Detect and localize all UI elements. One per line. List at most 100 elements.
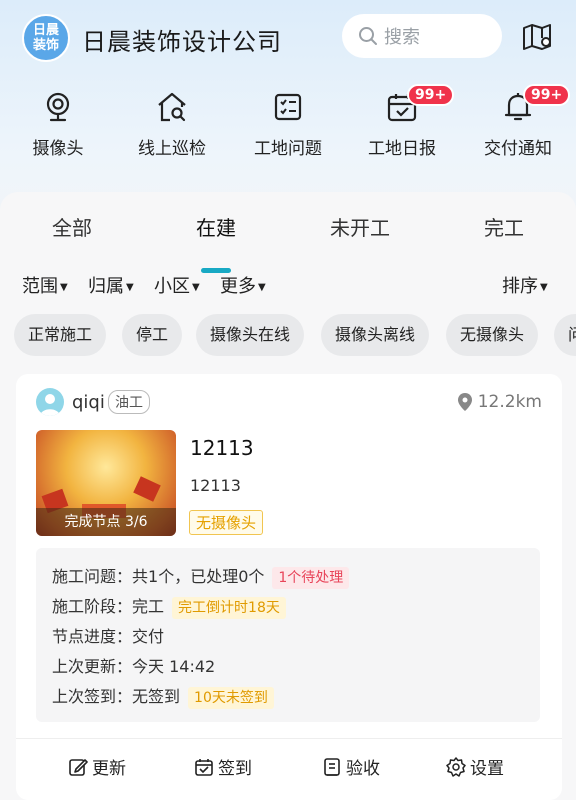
- camera-icon: [46, 92, 70, 122]
- settings-button[interactable]: 设置: [446, 754, 504, 779]
- info-label: 施工阶段：: [52, 597, 133, 616]
- info-last-checkin: 上次签到：无签到 10天未签到: [52, 682, 524, 712]
- filter-bar: 范围 ▼ 归属 ▼ 小区 ▼ 更多 ▼ 排序 ▼: [0, 272, 576, 302]
- quick-label: 工地日报: [368, 139, 436, 159]
- chip-camera-offline[interactable]: 摄像头离线: [321, 314, 430, 356]
- project-address: 12113: [190, 476, 241, 495]
- pending-pill[interactable]: 1个待处理: [272, 567, 350, 589]
- info-stage: 施工阶段：完工 完工倒计时18天: [52, 592, 524, 622]
- project-thumbnail[interactable]: 完成节点 3/6: [36, 430, 176, 536]
- filter-more[interactable]: 更多 ▼: [220, 272, 266, 298]
- info-value: 交付: [132, 627, 165, 646]
- map-icon[interactable]: [520, 20, 554, 54]
- project-name: 12113: [190, 436, 254, 460]
- info-last-update: 上次更新：今天 14:42: [52, 652, 524, 682]
- info-label: 施工问题：: [52, 567, 133, 586]
- progress-caption: 完成节点 3/6: [36, 508, 176, 536]
- gear-icon: [446, 756, 466, 777]
- info-label: 节点进度：: [52, 627, 133, 646]
- house-search-icon: [158, 92, 186, 122]
- calendar-check-icon: [195, 758, 213, 776]
- user-name: qiqi: [72, 392, 105, 413]
- filter-label: 小区: [154, 276, 190, 297]
- search-input[interactable]: 搜索: [342, 14, 502, 58]
- quick-site-issues[interactable]: 工地问题: [238, 86, 338, 159]
- distance-value: 12.2km: [477, 392, 542, 412]
- notification-badge: 99+: [523, 84, 571, 106]
- clipboard-icon: [324, 757, 340, 776]
- notification-badge: 99+: [407, 84, 455, 106]
- thumbnail-decoration: [133, 476, 161, 502]
- filter-label: 范围: [22, 276, 58, 297]
- tab-completed[interactable]: 完工: [454, 212, 554, 241]
- info-node: 节点进度：交付: [52, 622, 524, 652]
- quick-label: 摄像头: [32, 139, 84, 159]
- search-placeholder: 搜索: [384, 27, 420, 48]
- avatar: [36, 388, 64, 416]
- distance: 12.2km: [457, 392, 542, 412]
- countdown-pill: 完工倒计时18天: [172, 597, 286, 619]
- logo-text-1: 日晨: [32, 23, 59, 38]
- filter-label: 更多: [220, 276, 256, 297]
- no-checkin-pill: 10天未签到: [188, 687, 274, 709]
- quick-label: 线上巡检: [138, 139, 206, 159]
- role-badge: 油工: [108, 390, 150, 414]
- info-value: 今天 14:42: [132, 657, 216, 676]
- logo-text-2: 装饰: [32, 38, 59, 53]
- action-label: 更新: [92, 759, 126, 779]
- company-logo[interactable]: 日晨 装饰: [22, 14, 70, 62]
- tab-not-started[interactable]: 未开工: [310, 212, 410, 241]
- filter-scope[interactable]: 范围 ▼: [22, 272, 68, 298]
- status-tabs: 全部 在建 未开工 完工: [0, 212, 576, 273]
- info-label: 上次签到：: [52, 687, 133, 706]
- quick-camera[interactable]: 摄像头: [8, 86, 108, 159]
- user-icon: [40, 394, 60, 416]
- quick-label: 交付通知: [484, 139, 552, 159]
- chip-normal-construction[interactable]: 正常施工: [14, 314, 107, 356]
- action-label: 设置: [470, 759, 504, 779]
- company-name: 日晨装饰设计公司: [82, 28, 282, 56]
- acceptance-button[interactable]: 验收: [322, 754, 380, 779]
- status-chips: 正常施工 停工 摄像头在线 摄像头离线 无摄像头 问: [14, 314, 576, 358]
- chip-camera-online[interactable]: 摄像头在线: [196, 314, 305, 356]
- quick-nav: 摄像头 线上巡检 工地问题 99+ 工地日报 99+ 交付通知: [0, 84, 576, 166]
- project-panel: 全部 在建 未开工 完工 范围 ▼ 归属 ▼ 小区 ▼ 更多 ▼ 排序 ▼ 正常施工 停工…: [0, 192, 576, 800]
- info-label: 上次更新：: [52, 657, 133, 676]
- checklist-icon: [274, 93, 302, 121]
- tab-all[interactable]: 全部: [22, 212, 122, 241]
- quick-delivery-notice[interactable]: 99+ 交付通知: [468, 84, 571, 159]
- checkin-button[interactable]: 签到: [194, 754, 252, 779]
- project-info: 施工问题：共1个，已处理0个 1个待处理 施工阶段：完工 完工倒计时18天 节点进度…: [36, 548, 540, 722]
- caret-down-icon: ▼: [258, 281, 266, 293]
- info-value: 完工: [132, 597, 165, 616]
- sort-button[interactable]: 排序 ▼: [502, 272, 548, 298]
- caret-down-icon: ▼: [126, 281, 134, 293]
- caret-down-icon: ▼: [192, 281, 200, 293]
- app-header: 日晨 装饰 日晨装饰设计公司 搜索: [0, 0, 576, 76]
- project-card[interactable]: qiqi 油工 12.2km 完成节点 3/6 12113 12113 无摄像头…: [16, 374, 562, 800]
- divider: [16, 738, 562, 739]
- action-label: 验收: [346, 759, 380, 779]
- sort-label: 排序: [502, 276, 538, 297]
- chip-issue[interactable]: 问: [554, 314, 576, 356]
- location-pin-icon: [457, 393, 472, 411]
- edit-icon: [69, 758, 88, 776]
- quick-label: 工地问题: [254, 139, 322, 159]
- chip-stopped[interactable]: 停工: [122, 314, 183, 356]
- action-label: 签到: [218, 759, 252, 779]
- info-issues: 施工问题：共1个，已处理0个 1个待处理: [52, 562, 524, 592]
- search-icon: [359, 27, 377, 45]
- quick-site-daily[interactable]: 99+ 工地日报: [352, 84, 455, 159]
- filter-owner[interactable]: 归属 ▼: [88, 272, 134, 298]
- no-camera-tag: 无摄像头: [189, 510, 264, 535]
- card-actions: 更新 签到 验收 设置: [16, 754, 562, 784]
- chip-no-camera[interactable]: 无摄像头: [446, 314, 539, 356]
- info-value: 共1个，已处理0个: [132, 567, 265, 586]
- quick-online-inspection[interactable]: 线上巡检: [122, 86, 222, 159]
- caret-down-icon: ▼: [60, 281, 68, 293]
- caret-down-icon: ▼: [540, 281, 548, 293]
- filter-community[interactable]: 小区 ▼: [154, 272, 200, 298]
- tab-in-progress[interactable]: 在建: [166, 212, 266, 241]
- update-button[interactable]: 更新: [68, 754, 126, 779]
- info-value: 无签到: [132, 687, 181, 706]
